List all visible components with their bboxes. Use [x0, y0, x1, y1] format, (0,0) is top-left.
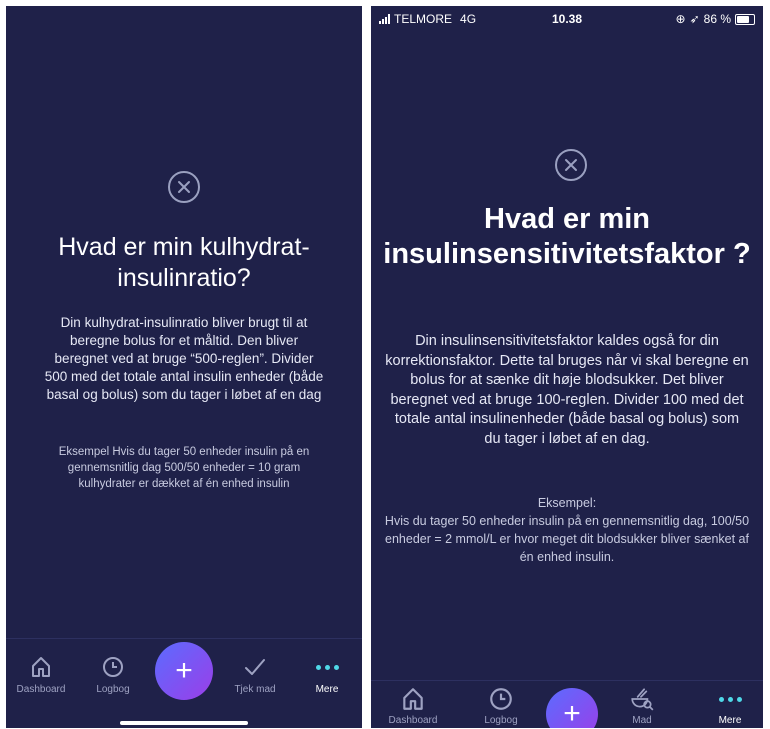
clock-icon [78, 653, 148, 681]
tab-label: Dashboard [388, 715, 438, 726]
tab-bar: Dashboard Logbog + Tjek mad Mere [6, 638, 362, 728]
description-text: Din kulhydrat-insulinratio bliver brugt … [44, 315, 324, 402]
home-icon [378, 685, 448, 713]
food-search-icon [607, 685, 677, 713]
description-text: Din insulinsensitivitetsfaktor kaldes og… [385, 333, 749, 447]
tab-bar: Dashboard Logbog + Mad Mere [371, 680, 763, 728]
home-indicator[interactable] [120, 721, 248, 725]
clock-icon [466, 685, 536, 713]
location-icon: ➶ [689, 12, 700, 26]
status-bar: TELMORE 4G 10.38 ⊕ ➶ 86 % [371, 6, 763, 32]
tab-logbog[interactable]: Logbog [466, 685, 536, 726]
tab-label: Mad [632, 715, 652, 726]
close-icon [565, 159, 577, 171]
screen-insulin-sensitivity: TELMORE 4G 10.38 ⊕ ➶ 86 % Hvad er min in… [371, 6, 763, 728]
home-icon [6, 653, 76, 681]
tab-label: Tjek mad [234, 684, 276, 695]
example-text: Hvis du tager 50 enheder insulin på en g… [384, 514, 750, 564]
page-title: Hvad er min insulinsensitivitetsfaktor ? [383, 203, 751, 270]
tab-label: Logbog [96, 684, 130, 695]
tab-label: Logbog [484, 715, 518, 726]
tab-logbog[interactable]: Logbog [78, 653, 148, 695]
screen-carb-ratio: Hvad er min kulhydrat-insulinratio? Din … [6, 6, 362, 728]
tab-dashboard[interactable]: Dashboard [378, 685, 448, 726]
add-button[interactable]: + [546, 688, 598, 728]
plus-icon: + [175, 654, 193, 687]
example-block: Eksempel: Hvis du tager 50 enheder insul… [379, 494, 755, 566]
close-icon [178, 181, 190, 193]
add-button[interactable]: + [155, 642, 213, 700]
tab-dashboard[interactable]: Dashboard [6, 653, 76, 695]
checkmark-icon [220, 653, 290, 681]
tab-tjek-mad[interactable]: Tjek mad [220, 653, 290, 695]
page-title: Hvad er min kulhydrat-insulinratio? [58, 233, 310, 292]
battery-icon [735, 13, 755, 25]
example-text: Eksempel Hvis du tager 50 enheder insuli… [58, 446, 310, 490]
more-dots-icon [695, 685, 763, 713]
battery-percent: 86 % [703, 12, 731, 26]
more-dots-icon [292, 653, 362, 681]
close-button[interactable] [555, 149, 587, 181]
tab-label: Mere [718, 715, 742, 726]
lock-rotation-icon: ⊕ [675, 12, 686, 26]
tab-label: Dashboard [16, 684, 66, 695]
tab-label: Mere [315, 684, 339, 695]
close-button[interactable] [168, 171, 200, 203]
tab-mere[interactable]: Mere [695, 685, 763, 726]
tab-mere[interactable]: Mere [292, 653, 362, 695]
tab-mad[interactable]: Mad [607, 685, 677, 726]
example-heading: Eksempel: [537, 496, 597, 510]
plus-icon: + [563, 697, 581, 729]
